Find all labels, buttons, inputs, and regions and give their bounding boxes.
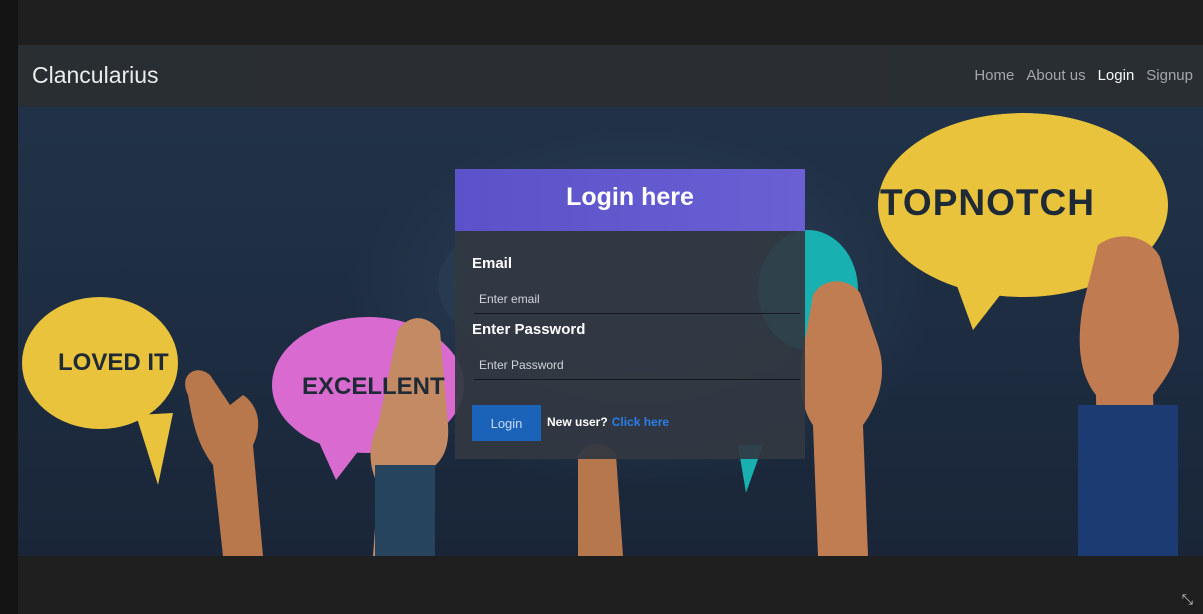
login-button[interactable]: Login [472, 405, 541, 441]
nav-login[interactable]: Login [1098, 67, 1135, 84]
browser-frame: LOVED IT EXCELLENT TOPNOTCH Clancularius… [0, 0, 1203, 614]
right-hand [1078, 236, 1179, 556]
password-label: Enter Password [472, 321, 586, 338]
left-border [0, 0, 18, 614]
nav-links: Home About us Login Signup [974, 67, 1193, 84]
email-input[interactable] [474, 285, 800, 314]
login-header: Login here [455, 169, 805, 231]
brand-logo[interactable]: Clancularius [32, 62, 159, 89]
left-hand [185, 370, 263, 556]
login-card: Login here Email Enter Password Login Ne… [455, 169, 805, 459]
signup-link[interactable]: Click here [612, 415, 669, 429]
email-label: Email [472, 255, 513, 272]
new-user-prompt: New user? Click here [547, 415, 669, 429]
loved-it-text: LOVED IT [58, 349, 169, 376]
new-user-text: New user? [547, 415, 608, 429]
loved-it-bubble [22, 297, 178, 485]
navbar: Clancularius Home About us Login Signup [18, 45, 1203, 107]
password-input[interactable] [474, 351, 800, 380]
excellent-text: EXCELLENT [302, 373, 445, 400]
right-middle-hand [800, 281, 883, 556]
nav-signup[interactable]: Signup [1146, 67, 1193, 84]
center-hand [578, 443, 623, 556]
minimize-icon[interactable]: ⤡ [1182, 592, 1193, 608]
topnotch-text: TOPNOTCH [880, 182, 1095, 223]
nav-about-us[interactable]: About us [1026, 67, 1085, 84]
nav-home[interactable]: Home [974, 67, 1014, 84]
login-title: Login here [566, 183, 694, 211]
page-viewport: LOVED IT EXCELLENT TOPNOTCH Clancularius… [18, 45, 1203, 556]
